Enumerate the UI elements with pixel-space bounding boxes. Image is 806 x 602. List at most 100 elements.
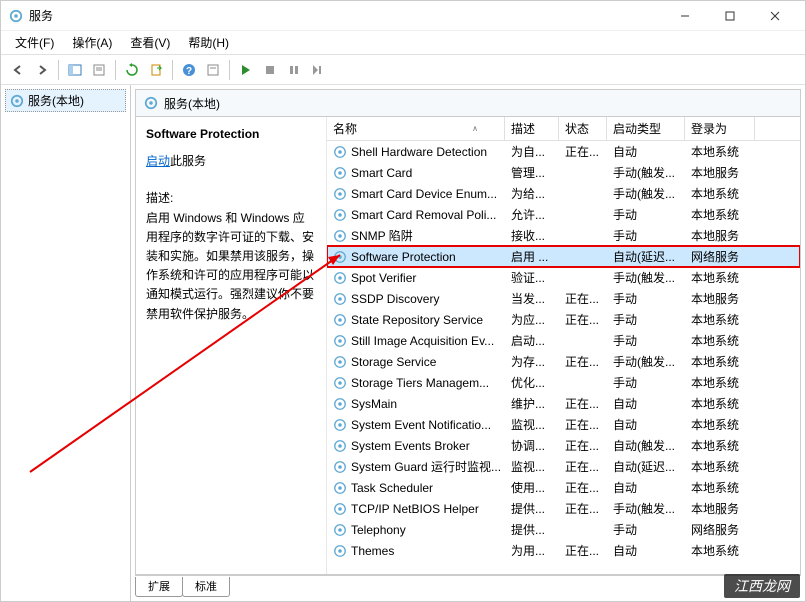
detail-pane: Software Protection 启动此服务 描述: 启用 Windows… [136, 117, 326, 574]
tab-extended[interactable]: 扩展 [135, 577, 183, 597]
cell-startup: 自动(延迟... [607, 457, 685, 476]
service-row[interactable]: System Guard 运行时监视...监视...正在...自动(延迟...本… [327, 456, 800, 477]
properties-button[interactable] [88, 59, 110, 81]
refresh-button[interactable] [121, 59, 143, 81]
service-row[interactable]: Software Protection启用 ...自动(延迟...网络服务 [327, 246, 800, 267]
description-label: 描述: [146, 189, 316, 208]
tabs: 扩展 标准 [135, 575, 801, 597]
cell-name: Task Scheduler [327, 480, 505, 496]
pause-service-button[interactable] [283, 59, 305, 81]
cell-status [559, 340, 607, 342]
window-controls [662, 2, 797, 30]
right-header-label: 服务(本地) [164, 95, 220, 112]
cell-desc: 当发... [505, 289, 559, 308]
cell-status [559, 172, 607, 174]
properties2-button[interactable] [202, 59, 224, 81]
service-row[interactable]: System Events Broker协调...正在...自动(触发...本地… [327, 435, 800, 456]
start-service-link[interactable]: 启动 [146, 154, 170, 168]
service-row[interactable]: Smart Card Removal Poli...允许...手动本地系统 [327, 204, 800, 225]
tree-root-item[interactable]: 服务(本地) [5, 89, 126, 112]
description-text: 启用 Windows 和 Windows 应用程序的数字许可证的下载、安装和实施… [146, 209, 316, 324]
gear-icon [144, 96, 158, 110]
stop-service-button[interactable] [259, 59, 281, 81]
cell-name: SysMain [327, 396, 505, 412]
service-name-text: Software Protection [351, 250, 456, 264]
cell-startup: 自动(延迟... [607, 247, 685, 266]
service-row[interactable]: System Event Notificatio...监视...正在...自动本… [327, 414, 800, 435]
cell-desc: 验证... [505, 268, 559, 287]
col-description[interactable]: 描述 [505, 117, 559, 140]
svg-text:?: ? [186, 66, 192, 77]
service-row[interactable]: TCP/IP NetBIOS Helper提供...正在...手动(触发...本… [327, 498, 800, 519]
cell-startup: 自动 [607, 478, 685, 497]
cell-logon: 本地系统 [685, 415, 755, 434]
start-suffix: 此服务 [170, 154, 206, 168]
menu-file[interactable]: 文件(F) [7, 32, 62, 53]
tab-standard[interactable]: 标准 [182, 577, 230, 597]
back-button[interactable] [7, 59, 29, 81]
sort-indicator-icon: ∧ [472, 124, 478, 133]
cell-startup: 手动 [607, 373, 685, 392]
cell-desc: 为存... [505, 352, 559, 371]
maximize-button[interactable] [707, 2, 752, 30]
cell-logon: 本地系统 [685, 184, 755, 203]
toolbar-separator [115, 60, 116, 80]
gear-icon [333, 313, 347, 327]
service-row[interactable]: Themes为用...正在...自动本地系统 [327, 540, 800, 561]
cell-status: 正在... [559, 457, 607, 476]
start-service-button[interactable] [235, 59, 257, 81]
service-row[interactable]: SysMain维护...正在...自动本地系统 [327, 393, 800, 414]
restart-service-button[interactable] [307, 59, 329, 81]
cell-status: 正在... [559, 499, 607, 518]
service-row[interactable]: SSDP Discovery当发...正在...手动本地服务 [327, 288, 800, 309]
gear-icon [333, 334, 347, 348]
export-button[interactable] [145, 59, 167, 81]
col-name[interactable]: 名称∧ [327, 117, 505, 140]
forward-button[interactable] [31, 59, 53, 81]
service-row[interactable]: Storage Tiers Managem...优化...手动本地系统 [327, 372, 800, 393]
cell-startup: 自动(触发... [607, 436, 685, 455]
menu-action[interactable]: 操作(A) [64, 32, 120, 53]
service-row[interactable]: Smart Card管理...手动(触发...本地服务 [327, 162, 800, 183]
cell-name: Storage Tiers Managem... [327, 375, 505, 391]
list-rows[interactable]: Shell Hardware Detection为自...正在...自动本地系统… [327, 141, 800, 574]
col-logon-as[interactable]: 登录为 [685, 117, 755, 140]
gear-icon [333, 460, 347, 474]
service-row[interactable]: Task Scheduler使用...正在...自动本地系统 [327, 477, 800, 498]
service-row[interactable]: Spot Verifier验证...手动(触发...本地系统 [327, 267, 800, 288]
cell-startup: 手动(触发... [607, 268, 685, 287]
service-row[interactable]: State Repository Service为应...正在...手动本地系统 [327, 309, 800, 330]
service-row[interactable]: Still Image Acquisition Ev...启动...手动本地系统 [327, 330, 800, 351]
gear-icon [333, 418, 347, 432]
cell-status: 正在... [559, 541, 607, 560]
gear-icon [333, 250, 347, 264]
cell-name: State Repository Service [327, 312, 505, 328]
col-status[interactable]: 状态 [559, 117, 607, 140]
service-row[interactable]: Smart Card Device Enum...为给...手动(触发...本地… [327, 183, 800, 204]
cell-status [559, 214, 607, 216]
service-row[interactable]: Storage Service为存...正在...手动(触发...本地系统 [327, 351, 800, 372]
cell-startup: 手动(触发... [607, 499, 685, 518]
service-name-text: SNMP 陷阱 [351, 227, 413, 244]
close-button[interactable] [752, 2, 797, 30]
col-startup-type[interactable]: 启动类型 [607, 117, 685, 140]
menu-view[interactable]: 查看(V) [122, 32, 178, 53]
service-name-text: Storage Tiers Managem... [351, 376, 489, 390]
service-row[interactable]: Telephony提供...手动网络服务 [327, 519, 800, 540]
cell-startup: 手动(触发... [607, 352, 685, 371]
cell-status [559, 256, 607, 258]
tree-pane[interactable]: 服务(本地) [1, 85, 131, 601]
show-hide-tree-button[interactable] [64, 59, 86, 81]
cell-name: System Guard 运行时监视... [327, 457, 505, 476]
cell-logon: 网络服务 [685, 520, 755, 539]
service-name-text: System Guard 运行时监视... [351, 458, 501, 475]
cell-name: SSDP Discovery [327, 291, 505, 307]
help-button[interactable]: ? [178, 59, 200, 81]
service-row[interactable]: SNMP 陷阱接收...手动本地服务 [327, 225, 800, 246]
minimize-button[interactable] [662, 2, 707, 30]
toolbar: ? [1, 55, 805, 85]
service-row[interactable]: Shell Hardware Detection为自...正在...自动本地系统 [327, 141, 800, 162]
cell-desc: 使用... [505, 478, 559, 497]
menu-help[interactable]: 帮助(H) [180, 32, 237, 53]
service-name-text: System Events Broker [351, 439, 470, 453]
